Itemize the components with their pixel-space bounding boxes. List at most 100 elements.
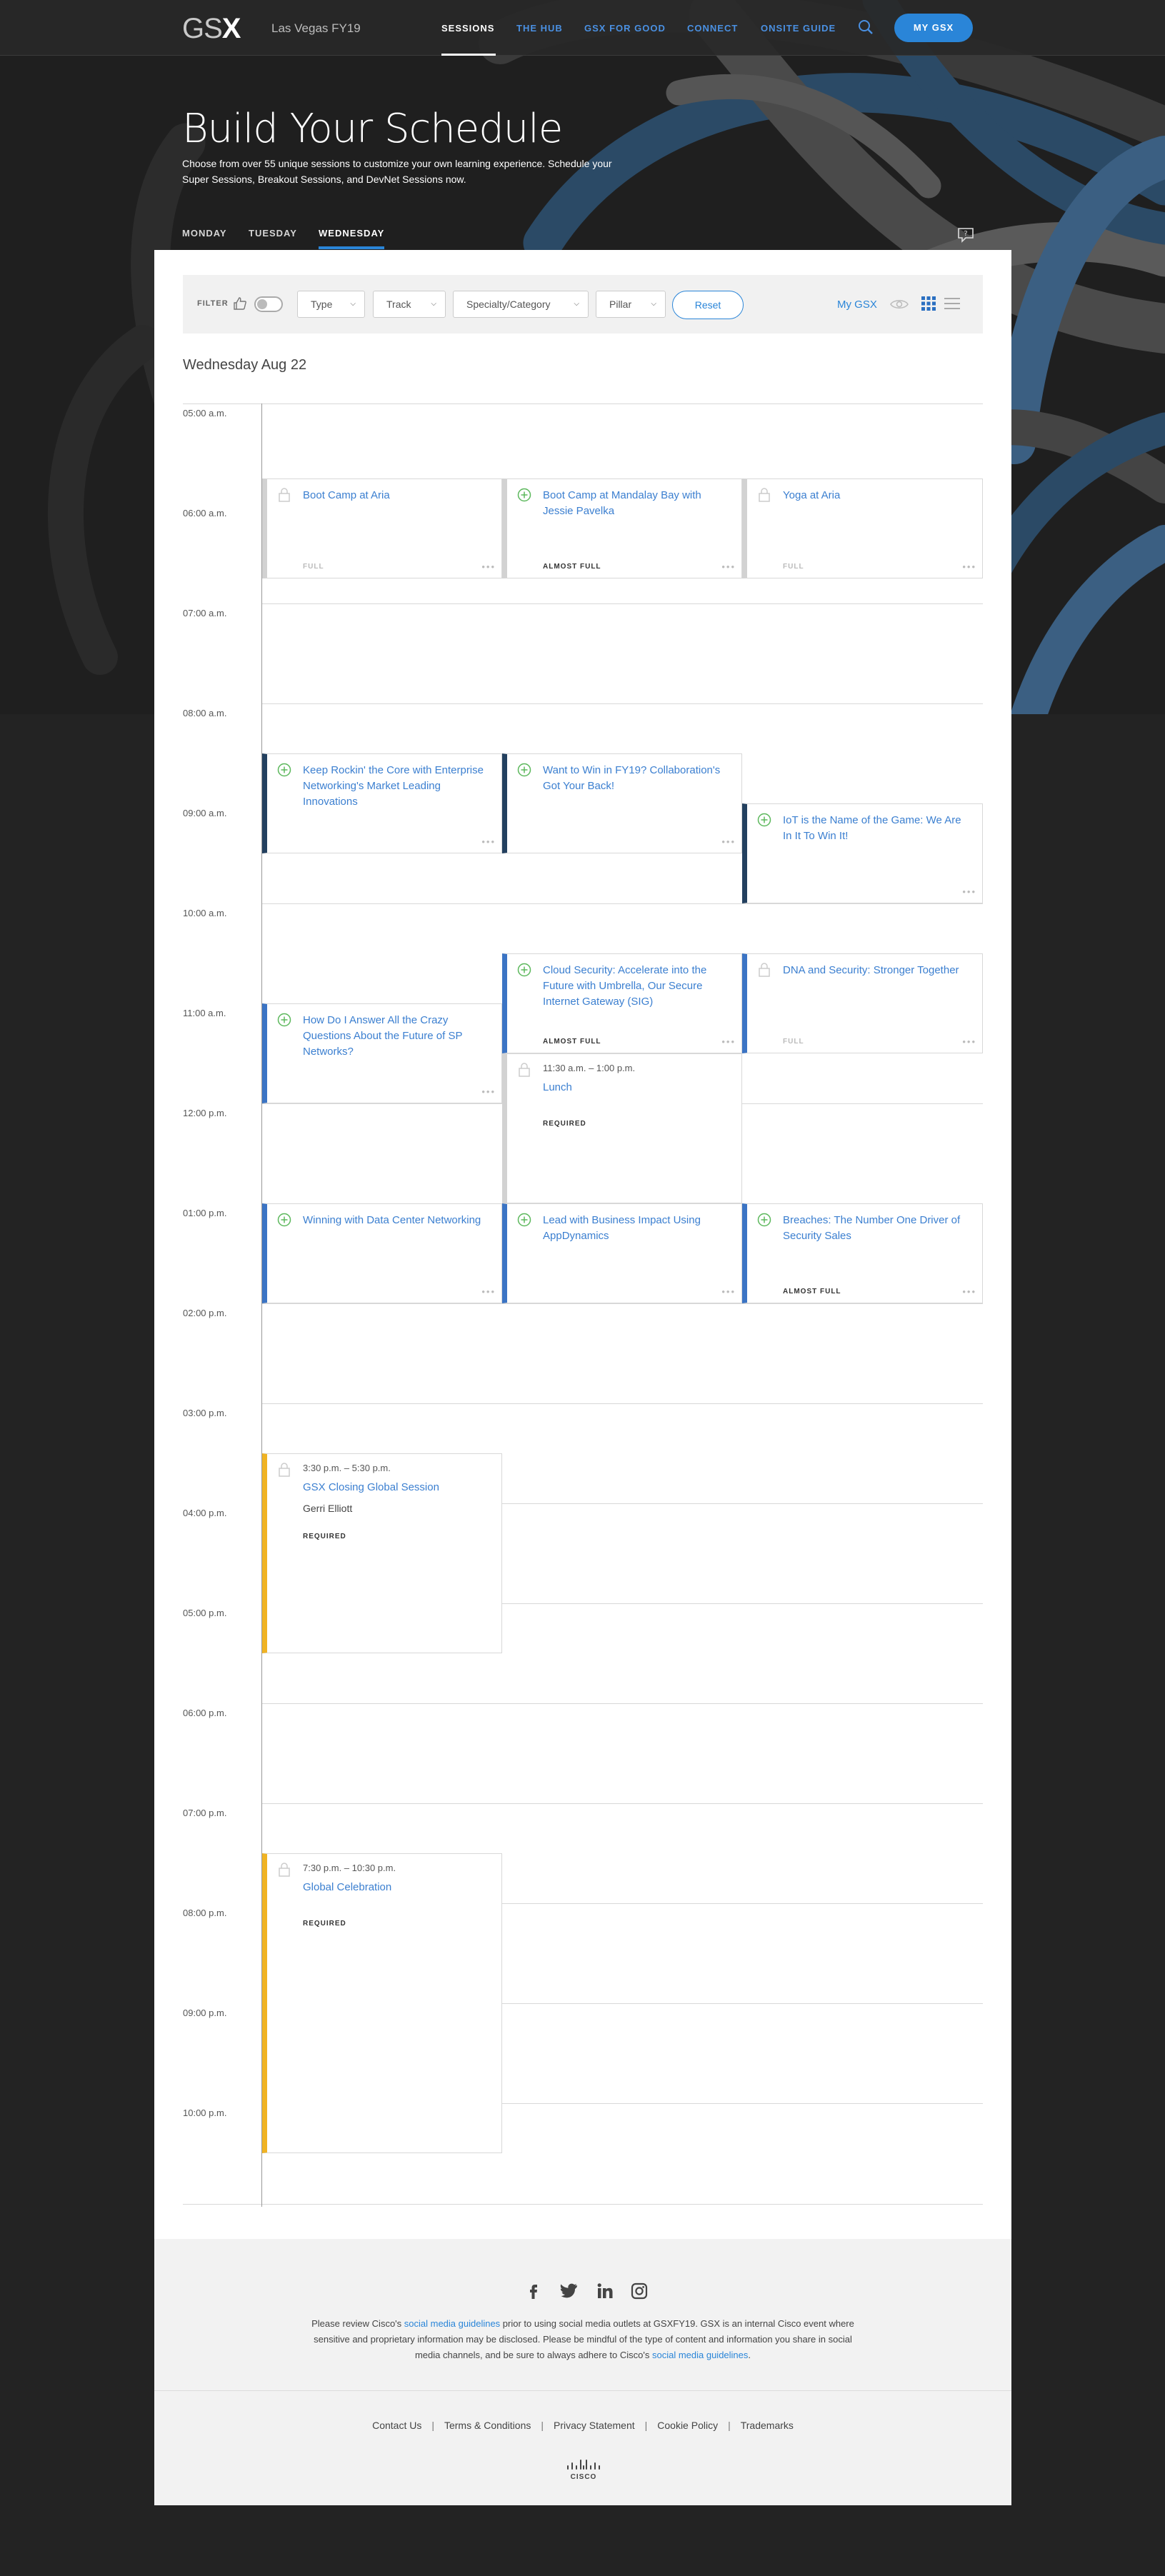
chat-icon[interactable]: ?	[957, 227, 974, 243]
session-title[interactable]: Lunch	[543, 1080, 727, 1096]
session-title[interactable]: IoT is the Name of the Game: We Are In I…	[783, 813, 968, 844]
session-title[interactable]: Boot Camp at Mandalay Bay with Jessie Pa…	[543, 488, 727, 519]
session-card[interactable]: Want to Win in FY19? Collaboration's Got…	[502, 753, 742, 853]
hour-divider	[261, 1703, 983, 1704]
add-circle-icon[interactable]	[517, 763, 531, 777]
lock-icon	[279, 488, 290, 502]
session-card[interactable]: Yoga at Aria FULL •••	[742, 478, 983, 578]
session-card[interactable]: Boot Camp at Mandalay Bay with Jessie Pa…	[502, 478, 742, 578]
session-card[interactable]: Boot Camp at Aria FULL •••	[262, 478, 502, 578]
more-options-icon[interactable]: •••	[721, 837, 736, 846]
tab-tuesday[interactable]: TUESDAY	[249, 228, 297, 239]
session-title[interactable]: Global Celebration	[303, 1880, 487, 1895]
social-guidelines-link-2[interactable]: social media guidelines	[652, 2350, 748, 2360]
session-card[interactable]: DNA and Security: Stronger Together FULL…	[742, 953, 983, 1053]
session-title[interactable]: Cloud Security: Accelerate into the Futu…	[543, 963, 727, 1010]
more-options-icon[interactable]: •••	[962, 1037, 976, 1046]
lock-icon	[519, 1063, 530, 1077]
more-options-icon[interactable]: •••	[481, 562, 496, 571]
add-circle-icon[interactable]	[277, 1013, 291, 1027]
session-title[interactable]: Breaches: The Number One Driver of Secur…	[783, 1213, 968, 1244]
nav-the-hub[interactable]: THE HUB	[516, 23, 563, 34]
lock-icon	[759, 963, 770, 977]
recommended-toggle[interactable]	[254, 296, 283, 312]
thumbs-up-icon[interactable]	[233, 296, 247, 311]
add-circle-icon[interactable]	[517, 963, 531, 977]
nav-gsx-for-good[interactable]: GSX FOR GOOD	[584, 23, 666, 34]
reset-button[interactable]: Reset	[672, 291, 744, 319]
session-status: FULL	[783, 1038, 804, 1046]
more-options-icon[interactable]: •••	[962, 1287, 976, 1296]
session-title[interactable]: Winning with Data Center Networking	[303, 1213, 487, 1228]
grid-view-icon[interactable]	[921, 296, 936, 311]
footer-link-privacy[interactable]: Privacy Statement	[554, 2420, 635, 2431]
session-card-celebration[interactable]: 7:30 p.m. – 10:30 p.m. Global Celebratio…	[262, 1853, 502, 2153]
session-card[interactable]: Winning with Data Center Networking •••	[262, 1203, 502, 1303]
svg-text:?: ?	[964, 230, 967, 238]
session-card[interactable]: Keep Rockin' the Core with Enterprise Ne…	[262, 753, 502, 853]
session-title[interactable]: How Do I Answer All the Crazy Questions …	[303, 1013, 487, 1060]
session-card-closing[interactable]: 3:30 p.m. – 5:30 p.m. GSX Closing Global…	[262, 1453, 502, 1653]
filter-bar: FILTER Type ⌵ Track ⌵ Specialty/Category ⌵ …	[183, 275, 983, 334]
nav-sessions[interactable]: SESSIONS	[441, 23, 494, 34]
track-dropdown[interactable]: Track ⌵	[373, 291, 446, 318]
cisco-logo[interactable]: CISCO	[565, 2457, 602, 2481]
footer-link-cookie[interactable]: Cookie Policy	[657, 2420, 718, 2431]
more-options-icon[interactable]: •••	[962, 562, 976, 571]
session-title[interactable]: Lead with Business Impact Using AppDynam…	[543, 1213, 727, 1244]
session-title[interactable]: Want to Win in FY19? Collaboration's Got…	[543, 763, 727, 794]
linkedin-icon[interactable]	[596, 2282, 614, 2300]
hour-divider	[261, 1303, 983, 1304]
add-circle-icon[interactable]	[277, 763, 291, 777]
add-circle-icon[interactable]	[517, 1213, 531, 1227]
add-circle-icon[interactable]	[517, 488, 531, 502]
schedule-grid: 05:00 a.m. 06:00 a.m. 07:00 a.m. 08:00 a…	[183, 404, 983, 2207]
more-options-icon[interactable]: •••	[721, 562, 736, 571]
specialty-dropdown[interactable]: Specialty/Category ⌵	[453, 291, 589, 318]
session-title[interactable]: Boot Camp at Aria	[303, 488, 487, 503]
instagram-icon[interactable]	[630, 2282, 649, 2300]
more-options-icon[interactable]: •••	[481, 1287, 496, 1296]
lock-icon	[759, 488, 770, 502]
session-title[interactable]: GSX Closing Global Session	[303, 1480, 487, 1495]
my-gsx-filter-link[interactable]: My GSX	[837, 299, 877, 311]
list-view-icon[interactable]	[944, 297, 960, 310]
session-card-lunch[interactable]: 11:30 a.m. – 1:00 p.m. Lunch REQUIRED	[502, 1053, 742, 1203]
session-card[interactable]: Breaches: The Number One Driver of Secur…	[742, 1203, 983, 1303]
more-options-icon[interactable]: •••	[481, 837, 496, 846]
session-title[interactable]: Yoga at Aria	[783, 488, 968, 503]
session-card[interactable]: Lead with Business Impact Using AppDynam…	[502, 1203, 742, 1303]
footer-link-trademarks[interactable]: Trademarks	[741, 2420, 794, 2431]
my-gsx-button[interactable]: MY GSX	[894, 14, 973, 42]
add-circle-icon[interactable]	[277, 1213, 291, 1227]
session-title[interactable]: DNA and Security: Stronger Together	[783, 963, 968, 978]
add-circle-icon[interactable]	[757, 813, 771, 827]
add-circle-icon[interactable]	[757, 1213, 771, 1227]
session-card[interactable]: How Do I Answer All the Crazy Questions …	[262, 1003, 502, 1103]
facebook-icon[interactable]	[524, 2282, 543, 2300]
time-label: 04:00 p.m.	[183, 1508, 227, 1518]
eye-icon[interactable]	[890, 298, 909, 311]
more-options-icon[interactable]: •••	[481, 1087, 496, 1096]
tab-wednesday[interactable]: WEDNESDAY	[319, 228, 384, 239]
session-card[interactable]: IoT is the Name of the Game: We Are In I…	[742, 803, 983, 903]
time-label: 01:00 p.m.	[183, 1208, 227, 1218]
more-options-icon[interactable]: •••	[721, 1287, 736, 1296]
tab-monday[interactable]: MONDAY	[182, 228, 227, 239]
session-title[interactable]: Keep Rockin' the Core with Enterprise Ne…	[303, 763, 487, 810]
more-options-icon[interactable]: •••	[962, 887, 976, 896]
nav-connect[interactable]: CONNECT	[687, 23, 738, 34]
footer-link-contact[interactable]: Contact Us	[372, 2420, 421, 2431]
chevron-down-icon: ⌵	[651, 300, 656, 308]
social-guidelines-link[interactable]: social media guidelines	[404, 2318, 500, 2329]
search-icon[interactable]	[858, 19, 874, 35]
more-options-icon[interactable]: •••	[721, 1037, 736, 1046]
pillar-dropdown[interactable]: Pillar ⌵	[596, 291, 666, 318]
time-label: 11:00 a.m.	[183, 1008, 226, 1018]
nav-onsite-guide[interactable]: ONSITE GUIDE	[761, 23, 836, 34]
gsx-logo[interactable]: GSX	[182, 13, 241, 44]
twitter-icon[interactable]	[560, 2282, 579, 2300]
footer-link-terms[interactable]: Terms & Conditions	[444, 2420, 531, 2431]
type-dropdown[interactable]: Type ⌵	[297, 291, 365, 318]
session-card[interactable]: Cloud Security: Accelerate into the Futu…	[502, 953, 742, 1053]
